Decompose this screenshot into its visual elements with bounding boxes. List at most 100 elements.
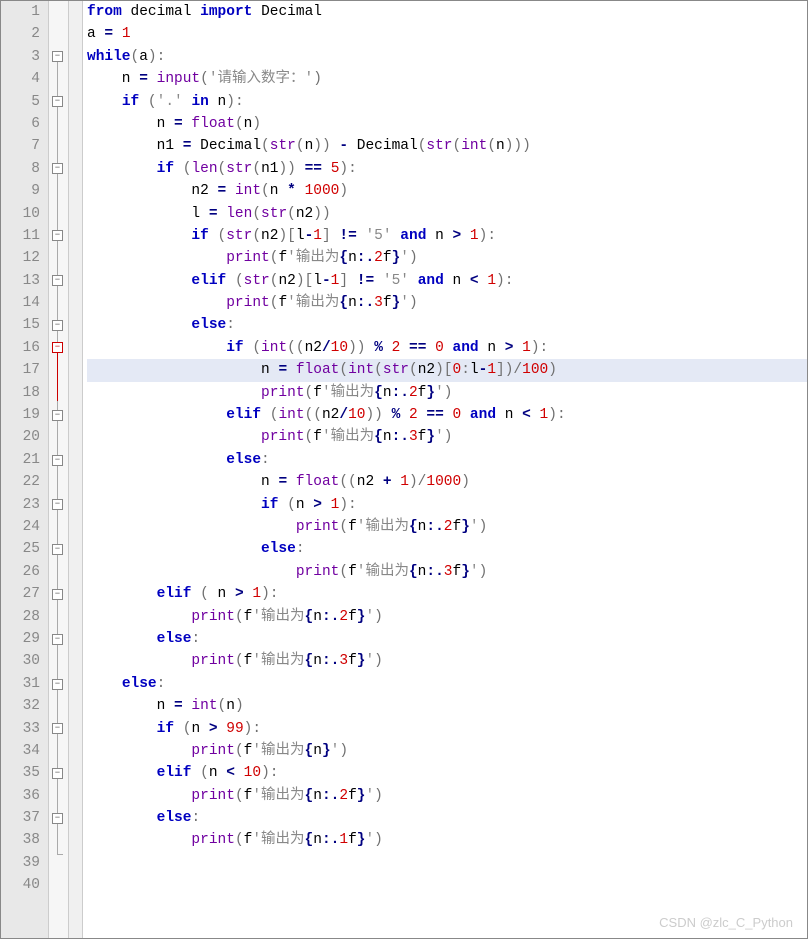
line-number[interactable]: 23	[1, 494, 40, 516]
code-line[interactable]: n = float(n)	[87, 113, 807, 135]
line-number[interactable]: 8	[1, 158, 40, 180]
code-line[interactable]: print(f'输出为{n:.2f}')	[87, 606, 807, 628]
line-number[interactable]: 34	[1, 740, 40, 762]
fold-marker-minus-icon[interactable]: −	[52, 813, 63, 824]
code-line[interactable]: if (n > 99):	[87, 718, 807, 740]
line-number[interactable]: 26	[1, 561, 40, 583]
line-number[interactable]: 38	[1, 829, 40, 851]
fold-marker-minus-icon[interactable]: −	[52, 768, 63, 779]
code-line[interactable]: while(a):	[87, 46, 807, 68]
line-number[interactable]: 40	[1, 874, 40, 896]
line-number[interactable]: 9	[1, 180, 40, 202]
code-line[interactable]: else:	[87, 673, 807, 695]
code-line[interactable]	[87, 874, 807, 896]
editor-margin	[69, 1, 83, 938]
fold-marker-minus-icon[interactable]: −	[52, 679, 63, 690]
code-line[interactable]: print(f'输出为{n:.2f}')	[87, 382, 807, 404]
line-number[interactable]: 19	[1, 404, 40, 426]
code-line[interactable]: if (int((n2/10)) % 2 == 0 and n > 1):	[87, 337, 807, 359]
code-line[interactable]: print(f'输出为{n:.3f}')	[87, 650, 807, 672]
code-area[interactable]: from decimal import Decimal a = 1 while(…	[83, 1, 807, 938]
fold-marker-minus-icon[interactable]: −	[52, 410, 63, 421]
line-number[interactable]: 37	[1, 807, 40, 829]
code-line[interactable]: print(f'输出为{n:.3f}')	[87, 561, 807, 583]
code-line[interactable]: print(f'输出为{n:.2f}')	[87, 785, 807, 807]
code-line[interactable]: a = 1	[87, 23, 807, 45]
code-line[interactable]: n = int(n)	[87, 695, 807, 717]
code-line[interactable]: else:	[87, 314, 807, 336]
code-line[interactable]: if (n > 1):	[87, 494, 807, 516]
code-line[interactable]: elif ( n > 1):	[87, 583, 807, 605]
code-line[interactable]: print(f'输出为{n}')	[87, 740, 807, 762]
fold-marker-minus-icon[interactable]: −	[52, 342, 63, 353]
line-number[interactable]: 17	[1, 359, 40, 381]
fold-marker-minus-icon[interactable]: −	[52, 723, 63, 734]
fold-marker-minus-icon[interactable]: −	[52, 230, 63, 241]
line-number[interactable]: 15	[1, 314, 40, 336]
fold-marker-minus-icon[interactable]: −	[52, 320, 63, 331]
code-line[interactable]: elif (str(n2)[l-1] != '5' and n < 1):	[87, 270, 807, 292]
code-line[interactable]: else:	[87, 449, 807, 471]
line-number[interactable]: 35	[1, 762, 40, 784]
code-line[interactable]: print(f'输出为{n:.1f}')	[87, 829, 807, 851]
code-line[interactable]: else:	[87, 538, 807, 560]
line-number[interactable]: 4	[1, 68, 40, 90]
line-number[interactable]: 31	[1, 673, 40, 695]
line-number[interactable]: 3	[1, 46, 40, 68]
line-number[interactable]: 18	[1, 382, 40, 404]
line-number[interactable]: 14	[1, 292, 40, 314]
fold-marker-minus-icon[interactable]: −	[52, 163, 63, 174]
line-number[interactable]: 12	[1, 247, 40, 269]
line-number[interactable]: 30	[1, 650, 40, 672]
line-number[interactable]: 27	[1, 583, 40, 605]
line-number[interactable]: 25	[1, 538, 40, 560]
code-line[interactable]: if (len(str(n1)) == 5):	[87, 158, 807, 180]
line-number[interactable]: 29	[1, 628, 40, 650]
line-number[interactable]: 7	[1, 135, 40, 157]
line-number[interactable]: 21	[1, 449, 40, 471]
code-line[interactable]: l = len(str(n2))	[87, 203, 807, 225]
fold-marker-minus-icon[interactable]: −	[52, 51, 63, 62]
fold-marker-minus-icon[interactable]: −	[52, 499, 63, 510]
fold-marker-minus-icon[interactable]: −	[52, 589, 63, 600]
fold-marker-minus-icon[interactable]: −	[52, 634, 63, 645]
line-number[interactable]: 39	[1, 852, 40, 874]
code-line[interactable]: n = float((n2 + 1)/1000)	[87, 471, 807, 493]
code-line[interactable]: elif (int((n2/10)) % 2 == 0 and n < 1):	[87, 404, 807, 426]
line-number[interactable]: 32	[1, 695, 40, 717]
code-line[interactable]: print(f'输出为{n:.2f}')	[87, 247, 807, 269]
line-number[interactable]: 20	[1, 426, 40, 448]
line-number[interactable]: 33	[1, 718, 40, 740]
line-number[interactable]: 22	[1, 471, 40, 493]
fold-marker-minus-icon[interactable]: −	[52, 96, 63, 107]
fold-marker-minus-icon[interactable]: −	[52, 455, 63, 466]
line-number[interactable]: 5	[1, 91, 40, 113]
code-line[interactable]: else:	[87, 807, 807, 829]
line-number[interactable]: 6	[1, 113, 40, 135]
line-number[interactable]: 24	[1, 516, 40, 538]
line-number[interactable]: 36	[1, 785, 40, 807]
code-line[interactable]: print(f'输出为{n:.2f}')	[87, 516, 807, 538]
line-number[interactable]: 11	[1, 225, 40, 247]
line-number[interactable]: 28	[1, 606, 40, 628]
code-line[interactable]: n2 = int(n * 1000)	[87, 180, 807, 202]
code-line[interactable]: if (str(n2)[l-1] != '5' and n > 1):	[87, 225, 807, 247]
code-line[interactable]: elif (n < 10):	[87, 762, 807, 784]
code-line[interactable]: n1 = Decimal(str(n)) - Decimal(str(int(n…	[87, 135, 807, 157]
code-line[interactable]: print(f'输出为{n:.3f}')	[87, 292, 807, 314]
line-number[interactable]: 1	[1, 1, 40, 23]
code-line[interactable]: print(f'输出为{n:.3f}')	[87, 426, 807, 448]
line-number[interactable]: 10	[1, 203, 40, 225]
fold-marker-minus-icon[interactable]: −	[52, 544, 63, 555]
code-line[interactable]: if ('.' in n):	[87, 91, 807, 113]
line-number[interactable]: 16	[1, 337, 40, 359]
line-number[interactable]: 13	[1, 270, 40, 292]
code-line[interactable]: else:	[87, 628, 807, 650]
code-line[interactable]	[87, 852, 807, 874]
line-number[interactable]: 2	[1, 23, 40, 45]
fold-marker-minus-icon[interactable]: −	[52, 275, 63, 286]
fold-column: − − − − − − − − − − − − − − − − −	[49, 1, 69, 938]
code-line[interactable]: n = input('请输入数字：')	[87, 68, 807, 90]
code-line[interactable]: from decimal import Decimal	[87, 1, 807, 23]
code-line-highlighted[interactable]: n = float(int(str(n2)[0:l-1])/100)	[87, 359, 807, 381]
